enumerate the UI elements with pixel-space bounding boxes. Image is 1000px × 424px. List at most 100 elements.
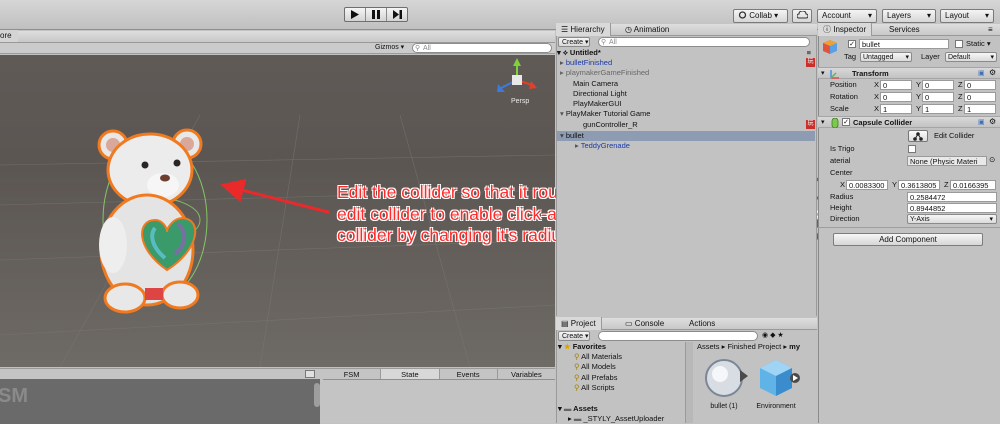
object-name-field[interactable]: bullet	[859, 39, 949, 49]
tab-hierarchy[interactable]: ☰ Hierarchy	[556, 23, 611, 36]
breadcrumb-item[interactable]: Assets	[697, 342, 720, 351]
scale-x-field[interactable]: 1	[880, 104, 912, 114]
object-picker-icon[interactable]: ⊙	[989, 155, 995, 165]
hierarchy-item[interactable]: ▸ bulletFinished	[560, 58, 612, 68]
teddy-bear-model[interactable]	[75, 120, 235, 320]
rotation-x-field[interactable]: 0	[880, 92, 912, 102]
height-field[interactable]: 0.8944852	[907, 203, 997, 213]
center-x-field[interactable]: 0.0083300	[846, 180, 888, 190]
assets-header[interactable]: ▾ ▬ Assets	[558, 404, 598, 414]
hierarchy-item-label: Directional Light	[573, 89, 627, 98]
playmaker-canvas[interactable]: SM	[0, 379, 320, 424]
project-search-input[interactable]	[598, 331, 758, 341]
hierarchy-item-selected[interactable]: ▾ bullet	[560, 131, 584, 141]
edit-collider-button[interactable]	[908, 130, 928, 142]
hierarchy-item[interactable]: Directional Light	[573, 89, 627, 99]
play-button[interactable]	[345, 8, 366, 21]
tab-project[interactable]: ▤ Project	[556, 317, 602, 330]
collider-enabled-checkbox[interactable]: ✓	[842, 118, 850, 126]
scene-gizmo[interactable]: Persp	[493, 58, 543, 113]
project-toolbar-icons[interactable]: ◉ ◆ ★	[762, 331, 784, 341]
active-checkbox[interactable]: ✓	[848, 40, 856, 48]
account-dropdown[interactable]: Account ▾	[817, 9, 877, 23]
center-y-field[interactable]: 0.3613805	[898, 180, 940, 190]
step-button[interactable]	[387, 8, 407, 21]
static-label[interactable]: Static ▾	[966, 39, 991, 49]
capsule-collider-header[interactable]: ▾ ✓ Capsule Collider ▣ ⚙	[818, 116, 1000, 128]
tag-dropdown[interactable]: Untagged ▾	[860, 52, 912, 62]
direction-dropdown[interactable]: Y-Axis ▾	[907, 214, 997, 224]
project-splitter[interactable]	[685, 342, 693, 423]
cloud-button[interactable]	[792, 9, 812, 23]
playmaker-scrollbar[interactable]	[314, 383, 320, 407]
tab-actions[interactable]: Actions	[684, 317, 720, 330]
star-icon[interactable]: ★	[777, 332, 783, 339]
gizmos-dropdown[interactable]: Gizmos ▾	[375, 43, 404, 53]
layer-dropdown[interactable]: Default ▾	[945, 52, 997, 62]
favorites-header[interactable]: ▾ ★ Favorites	[558, 342, 606, 352]
static-checkbox[interactable]	[955, 40, 963, 48]
expand-arrow-icon: ▸	[560, 58, 564, 67]
project-create-dropdown[interactable]: Create ▾	[558, 331, 590, 341]
tab-variables[interactable]: Variables	[498, 369, 555, 379]
tab-animation[interactable]: ◷ Animation	[620, 23, 674, 36]
favorite-item[interactable]: ⚲ All Models	[574, 362, 616, 372]
help-icon[interactable]: ▣	[978, 69, 985, 77]
hierarchy-item[interactable]: ▸ playmakerGameFinished	[560, 68, 649, 78]
hierarchy-item[interactable]: ▾ PlayMaker Tutorial Game	[560, 109, 650, 119]
radius-field[interactable]: 0.2584472	[907, 192, 997, 202]
hierarchy-item[interactable]: Main Camera	[573, 79, 618, 89]
favorite-item[interactable]: ⚲ All Scripts	[574, 383, 615, 393]
pause-button[interactable]	[366, 8, 387, 21]
material-field[interactable]: None (Physic Materi	[907, 156, 987, 166]
expand-arrow-icon: ▸	[560, 68, 564, 77]
transform-header[interactable]: ▾ Transform ▣ ⚙	[818, 67, 1000, 79]
asset-tile[interactable]: bullet (1)	[700, 356, 748, 416]
layout-dropdown[interactable]: Layout ▾	[940, 9, 994, 23]
playmaker-toggle-icon[interactable]	[305, 370, 315, 378]
center-z-field[interactable]: 0.0166395	[950, 180, 996, 190]
scale-z-field[interactable]: 1	[964, 104, 996, 114]
hierarchy-item[interactable]: ▸ TeddyGrenade	[575, 141, 630, 151]
label-icon[interactable]: ◆	[770, 332, 775, 339]
tab-events[interactable]: Events	[440, 369, 498, 379]
tab-inspector[interactable]: ⓘ Inspector	[818, 23, 873, 36]
rotation-z-field[interactable]: 0	[964, 92, 996, 102]
favorite-item[interactable]: ⚲ All Materials	[574, 352, 622, 362]
favorite-item[interactable]: ⚲ All Prefabs	[574, 373, 617, 383]
folder-icon: ▬	[563, 404, 572, 413]
scene-menu-icon[interactable]: ≡	[807, 48, 811, 58]
rotation-y-field[interactable]: 0	[922, 92, 954, 102]
position-y-field[interactable]: 0	[922, 80, 954, 90]
layers-dropdown[interactable]: Layers ▾	[882, 9, 936, 23]
gear-icon[interactable]: ⚙	[989, 68, 996, 77]
tab-console[interactable]: ▭ Console	[620, 317, 669, 330]
hierarchy-item[interactable]: PlayMakerGUI	[573, 99, 622, 109]
scale-y-field[interactable]: 1	[922, 104, 954, 114]
tab-fsm[interactable]: FSM	[323, 369, 382, 379]
breadcrumb-item[interactable]: Finished Project	[727, 342, 781, 351]
tab-state[interactable]: State	[381, 369, 440, 379]
tab-scene[interactable]: ore	[0, 30, 18, 42]
scene-root-row[interactable]: ▾ ⟡ Untitled* ≡	[557, 48, 815, 58]
hierarchy-create-dropdown[interactable]: Create ▾	[558, 37, 590, 47]
help-icon[interactable]: ▣	[978, 118, 985, 126]
hierarchy-search-input[interactable]: ⚲ All	[598, 37, 810, 47]
breadcrumb-item[interactable]: my	[789, 342, 800, 351]
position-x-field[interactable]: 0	[880, 80, 912, 90]
asset-label: bullet (1)	[710, 403, 738, 410]
position-z-field[interactable]: 0	[964, 80, 996, 90]
search-icon: ⚲	[574, 362, 580, 371]
filter-type-icon[interactable]: ◉	[762, 332, 768, 339]
is-trigger-checkbox[interactable]	[908, 145, 916, 153]
scene-search-input[interactable]: ⚲ All	[412, 43, 552, 53]
gear-icon[interactable]: ⚙	[989, 117, 996, 126]
collab-button[interactable]: Collab ▾	[733, 9, 788, 23]
asset-tile[interactable]: Environment	[752, 356, 800, 416]
material-label: aterial	[830, 156, 851, 165]
inspector-menu-icon[interactable]: ≡	[988, 24, 993, 36]
hierarchy-item[interactable]: gunController_R	[583, 120, 638, 130]
add-component-button[interactable]: Add Component	[833, 233, 983, 246]
project-tab-label: Project	[570, 319, 596, 328]
tab-services[interactable]: Services	[884, 23, 925, 36]
